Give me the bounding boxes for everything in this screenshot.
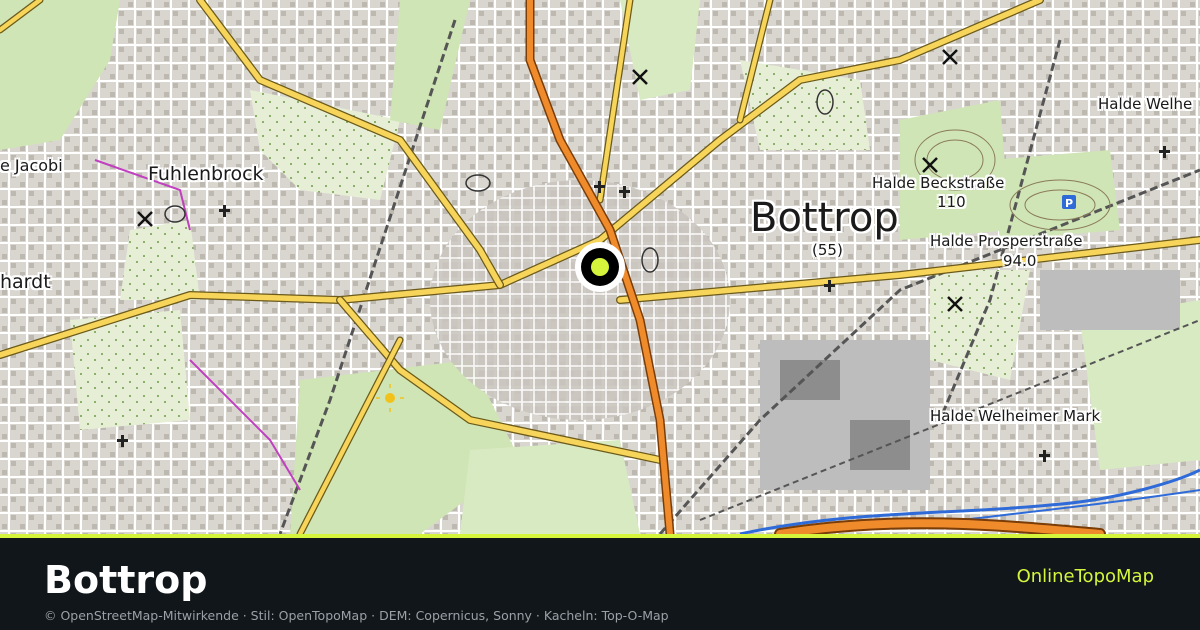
road-number-label: (55): [812, 241, 843, 259]
svg-text:P: P: [1065, 197, 1073, 210]
place-label-jacobi: e Jacobi: [0, 156, 63, 175]
place-label-halde-welheimer-mark: Halde Welheimer Mark: [930, 407, 1101, 425]
place-label-halde-prosperstrasse: Halde Prosperstraße: [930, 232, 1083, 250]
industrial-area: [1040, 270, 1180, 330]
place-label-halde-beckstrasse: Halde Beckstraße: [872, 174, 1005, 192]
place-label-fuhlenbrock: Fuhlenbrock: [148, 163, 264, 185]
city-center: [430, 180, 730, 420]
elevation-label-prosper: 94.0: [1003, 252, 1037, 270]
location-pin-dot: [591, 258, 609, 276]
brand-link[interactable]: OnlineTopoMap: [1017, 566, 1154, 587]
place-label-halde-welheim: Halde Welhe: [1098, 95, 1193, 113]
footer-bar: Bottrop OnlineTopoMap © OpenStreetMap-Mi…: [0, 538, 1200, 630]
elevation-label-beck: 110: [937, 193, 966, 211]
attribution-text: © OpenStreetMap-Mitwirkende · Stil: Open…: [44, 608, 669, 623]
location-pin-icon[interactable]: [575, 242, 625, 292]
place-label-hardt: hardt: [0, 271, 51, 293]
parking-icon: P: [1062, 195, 1076, 210]
place-label-bottrop: Bottrop: [750, 195, 899, 241]
topo-map[interactable]: P Bottrop Fuhlenbrock e Jacobi hardt Hal…: [0, 0, 1200, 534]
park-area: [120, 220, 200, 300]
place-title: Bottrop: [44, 558, 208, 602]
